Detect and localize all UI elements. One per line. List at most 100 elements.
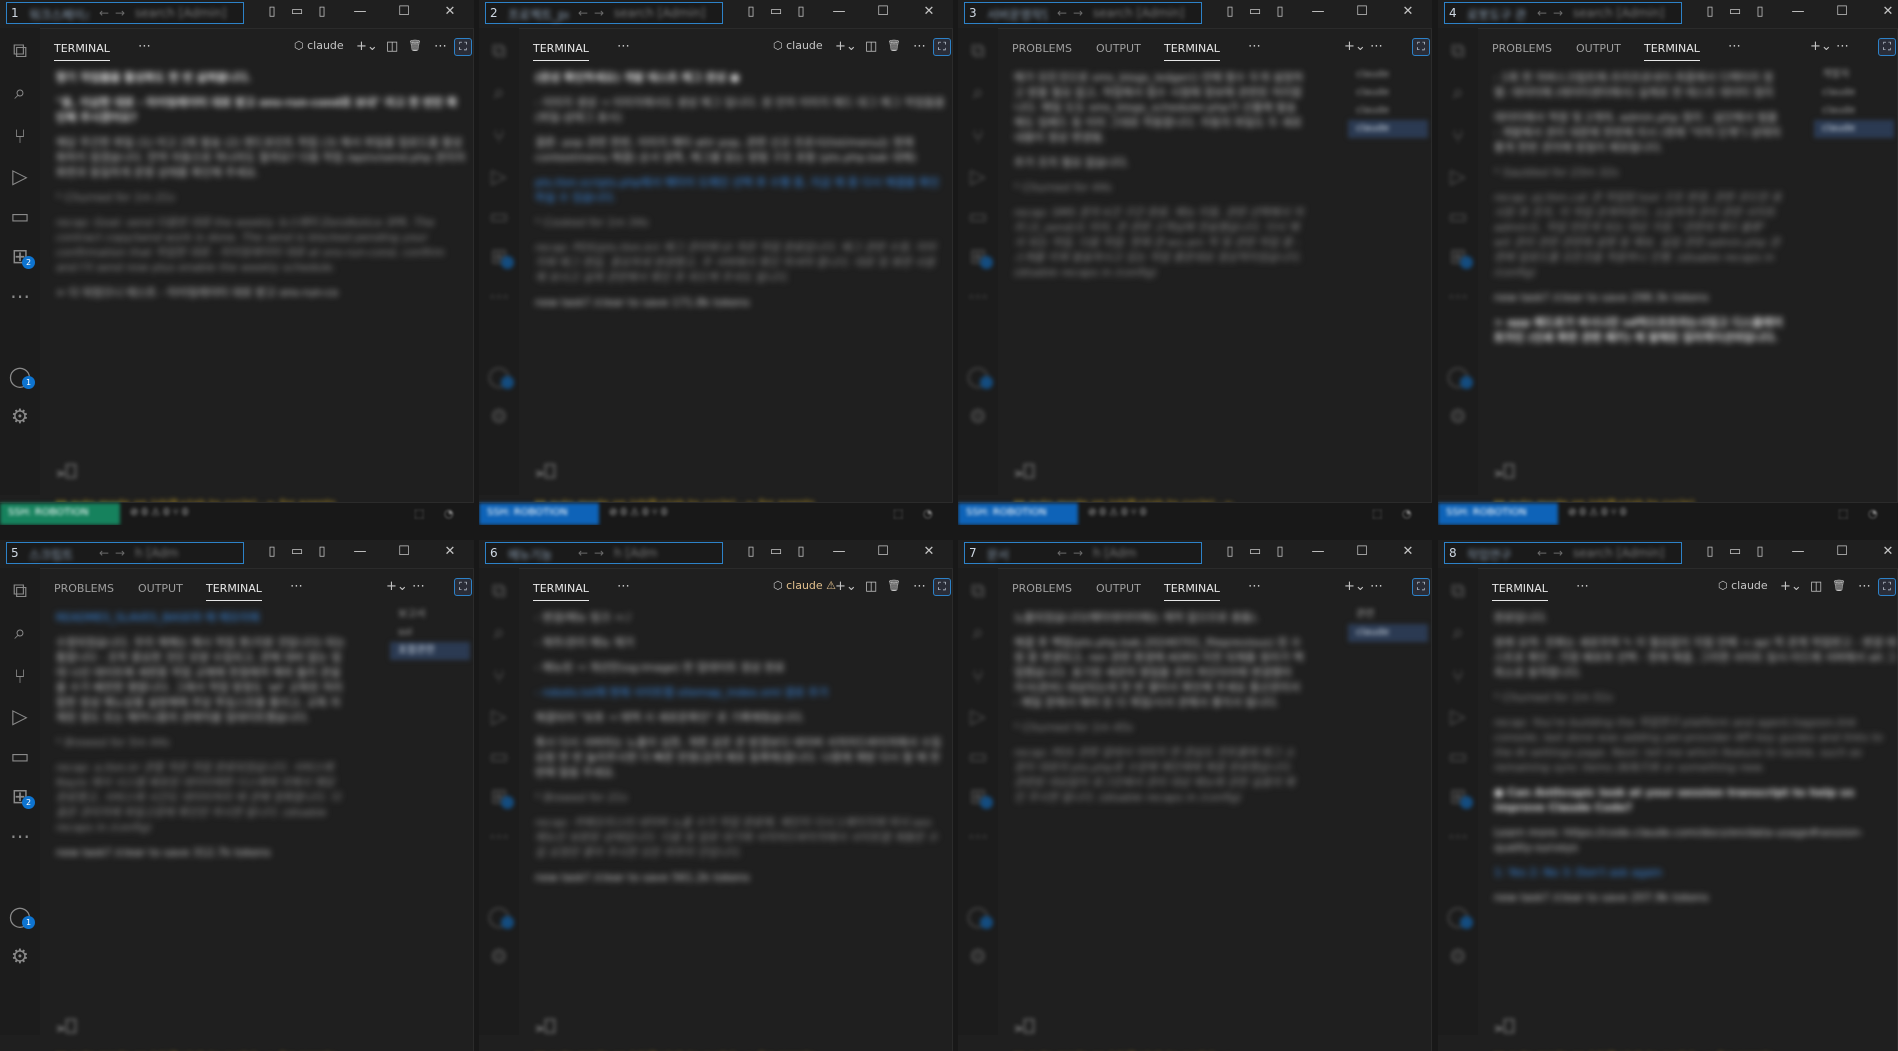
extensions-icon[interactable]: ⊞ [1446,244,1473,269]
source-control-icon[interactable]: ⑂ [966,124,990,148]
session-item[interactable]: claude [1348,624,1428,642]
explorer-icon[interactable]: ⧉ [966,578,990,602]
maximize-icon[interactable]: ☐ [1352,544,1372,559]
split-terminal-icon[interactable]: ◫ [386,39,398,54]
close-window-icon[interactable]: ✕ [1878,544,1898,559]
search-icon[interactable]: ⌕ [487,80,511,104]
kill-terminal-icon[interactable]: 🗑 [1832,579,1846,592]
accounts-icon[interactable]: ◯ [487,364,514,389]
tab-terminal[interactable]: TERMINAL [1164,42,1220,61]
settings-gear-icon[interactable]: ⚙ [966,404,990,428]
accounts-icon[interactable]: ◯ [966,364,993,389]
explorer-icon[interactable]: ⧉ [487,38,511,62]
toggle-secondary-sidebar-icon[interactable]: ▯ [312,4,332,19]
accounts-icon[interactable]: ◯ 1 [8,904,35,929]
remote-explorer-icon[interactable]: ▭ [966,744,990,768]
settings-gear-icon[interactable]: ⚙ [1446,404,1470,428]
split-terminal-icon[interactable]: ◫ [865,579,877,594]
tab-terminal[interactable]: TERMINAL [54,42,110,61]
forward-arrow-icon[interactable]: → [1553,546,1563,560]
session-item[interactable]: 보고서 [390,606,470,624]
panel-more-icon[interactable]: ⋯ [290,579,303,594]
minimize-icon[interactable]: — [350,544,370,559]
toggle-secondary-sidebar-icon[interactable]: ▯ [312,544,332,559]
remote-explorer-icon[interactable]: ▭ [487,204,511,228]
kill-terminal-icon[interactable]: 🗑 [887,39,901,52]
more-icon[interactable]: ⋯ [487,284,511,308]
tab-problems[interactable]: PROBLEMS [1012,582,1072,595]
notification-icon[interactable]: ⬚ [414,507,424,520]
new-terminal-icon[interactable]: +⌄ [1344,39,1366,54]
terminal-more-icon[interactable]: ⋯ [1370,579,1383,594]
run-debug-icon[interactable]: ▷ [966,164,990,188]
extensions-icon[interactable]: ⊞ [487,244,514,269]
terminal-input[interactable]: > [1494,462,1794,480]
panel-more-icon[interactable]: ⋯ [1248,579,1261,594]
session-item[interactable]: claude [1814,102,1894,120]
command-center[interactable]: 1 워크스페이스 ← → search [Admin] [6,2,244,24]
terminal-more-icon[interactable]: ⋯ [412,579,425,594]
toggle-panel-icon[interactable]: ▭ [1725,544,1745,559]
terminal-more-icon[interactable]: ⋯ [913,39,926,54]
remote-explorer-icon[interactable]: ▭ [487,744,511,768]
close-window-icon[interactable]: ✕ [440,4,460,19]
accounts-icon[interactable]: ◯ [1446,904,1473,929]
new-terminal-icon[interactable]: +⌄ [835,39,857,54]
notification-icon[interactable]: ⬚ [1372,507,1382,520]
close-window-icon[interactable]: ✕ [1398,4,1418,19]
toggle-panel-icon[interactable]: ▭ [1245,544,1265,559]
toggle-sidebar-icon[interactable]: ▯ [262,4,282,19]
maximize-panel-icon[interactable]: ⛶ [1878,38,1896,56]
maximize-icon[interactable]: ☐ [1832,4,1852,19]
notification-icon[interactable]: ⬚ [1838,507,1848,520]
session-item[interactable]: claude [1348,120,1428,138]
search-icon[interactable]: ⌕ [8,620,32,644]
command-center[interactable]: 4 로봇도구 관리 ← → search [Admin] [1444,2,1682,24]
search-icon[interactable]: ⌕ [1446,80,1470,104]
terminal-input[interactable]: > [535,462,835,480]
command-center[interactable]: 8 작업연구 ← → search [Admin] [1444,542,1682,564]
tab-output[interactable]: OUTPUT [138,582,183,595]
accounts-icon[interactable]: ◯ [966,904,993,929]
new-terminal-icon[interactable]: +⌄ [835,579,857,594]
settings-gear-icon[interactable]: ⚙ [966,944,990,968]
new-terminal-icon[interactable]: +⌄ [1780,579,1802,594]
forward-arrow-icon[interactable]: → [1073,6,1083,20]
more-icon[interactable]: ⋯ [966,824,990,848]
terminal-more-icon[interactable]: ⋯ [1858,579,1871,594]
new-terminal-icon[interactable]: +⌄ [1810,39,1832,54]
panel-more-icon[interactable]: ⋯ [1248,39,1261,54]
toggle-panel-icon[interactable]: ▭ [287,544,307,559]
back-arrow-icon[interactable]: ← [99,546,109,560]
maximize-panel-icon[interactable]: ⛶ [1878,578,1896,596]
maximize-icon[interactable]: ☐ [394,544,414,559]
tab-problems[interactable]: PROBLEMS [54,582,114,595]
new-terminal-icon[interactable]: +⌄ [1344,579,1366,594]
run-debug-icon[interactable]: ▷ [487,704,511,728]
remote-explorer-icon[interactable]: ▭ [8,204,32,228]
run-debug-icon[interactable]: ▷ [966,704,990,728]
tab-terminal[interactable]: TERMINAL [533,582,589,601]
accounts-icon[interactable]: ◯ [1446,364,1473,389]
forward-arrow-icon[interactable]: → [594,546,604,560]
maximize-icon[interactable]: ☐ [1832,544,1852,559]
command-center[interactable]: 2 프로젝트_productionextra ← → search [Admin] [485,2,723,24]
split-terminal-icon[interactable]: ◫ [865,39,877,54]
source-control-icon[interactable]: ⑂ [1446,124,1470,148]
command-center[interactable]: 6 메뉴기능 ← → h [Adm [485,542,723,564]
maximize-panel-icon[interactable]: ⛶ [933,578,951,596]
close-window-icon[interactable]: ✕ [919,544,939,559]
source-control-icon[interactable]: ⑂ [487,664,511,688]
terminal-more-icon[interactable]: ⋯ [1370,39,1383,54]
tab-terminal[interactable]: TERMINAL [533,42,589,61]
settings-gear-icon[interactable]: ⚙ [487,404,511,428]
panel-more-icon[interactable]: ⋯ [1576,579,1589,594]
extensions-icon[interactable]: ⊞ 2 [8,244,35,269]
more-icon[interactable]: ⋯ [487,824,511,848]
accounts-icon[interactable]: ◯ [487,904,514,929]
maximize-icon[interactable]: ☐ [394,4,414,19]
maximize-icon[interactable]: ☐ [1352,4,1372,19]
remote-explorer-icon[interactable]: ▭ [1446,204,1470,228]
terminal-profile-claude[interactable]: ⬡ claude [294,39,344,52]
remote-explorer-icon[interactable]: ▭ [8,744,32,768]
